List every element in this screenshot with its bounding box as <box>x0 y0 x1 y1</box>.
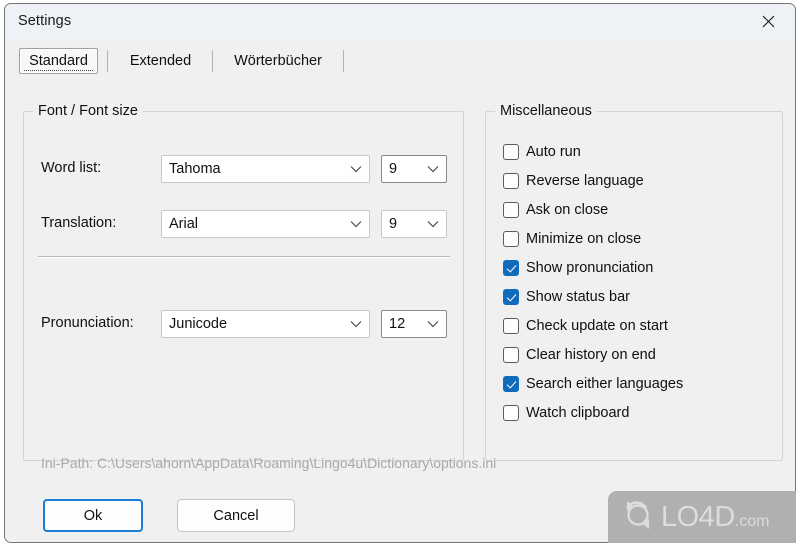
translation-size-combo[interactable]: 9 <box>381 210 447 238</box>
checkbox-search-either-languages[interactable]: Search either languages <box>503 376 683 392</box>
close-button[interactable] <box>747 6 789 36</box>
tab-separator <box>212 50 213 72</box>
close-icon <box>762 15 775 28</box>
watermark-suffix: .com <box>734 512 770 530</box>
tab-separator <box>343 50 344 72</box>
tab-standard-label: Standard <box>29 53 88 69</box>
chevron-down-icon <box>420 165 446 173</box>
checkbox-auto-run[interactable]: Auto run <box>503 144 581 160</box>
checkbox-box <box>503 144 519 160</box>
checkbox-label: Clear history on end <box>526 347 656 363</box>
tab-extended[interactable]: Extended <box>117 48 204 74</box>
checkbox-label: Watch clipboard <box>526 405 630 421</box>
checkbox-box <box>503 376 519 392</box>
tab-content-standard: Font / Font size Word list: Tahoma 9 Tra… <box>5 80 795 542</box>
misc-group-legend: Miscellaneous <box>495 103 597 119</box>
chevron-down-icon <box>420 220 446 228</box>
tab-standard[interactable]: Standard <box>19 48 98 74</box>
tab-woerterbuecher-label: Wörterbücher <box>234 53 322 69</box>
word-list-font-combo[interactable]: Tahoma <box>161 155 370 183</box>
titlebar: Settings <box>5 4 795 40</box>
checkbox-box <box>503 231 519 247</box>
checkbox-box <box>503 347 519 363</box>
tab-woerterbuecher[interactable]: Wörterbücher <box>221 48 335 74</box>
checkbox-label: Reverse language <box>526 173 644 189</box>
checkbox-label: Check update on start <box>526 318 668 334</box>
ini-path-text: Ini-Path: C:\Users\ahorn\AppData\Roaming… <box>41 455 497 471</box>
checkbox-label: Minimize on close <box>526 231 642 247</box>
settings-dialog: Settings Standard Extended Wörterbücher <box>4 3 796 543</box>
chevron-down-icon <box>420 320 446 328</box>
checkbox-box <box>503 202 519 218</box>
pronunciation-font-value: Junicode <box>169 316 228 332</box>
tab-extended-label: Extended <box>129 53 192 69</box>
cancel-button[interactable]: Cancel <box>177 499 295 532</box>
checkbox-box <box>503 173 519 189</box>
watermark-text: LO4D.com <box>661 500 770 533</box>
translation-font-value: Arial <box>169 216 199 232</box>
checkbox-ask-on-close[interactable]: Ask on close <box>503 202 608 218</box>
watermark-name: LO4D <box>661 500 735 533</box>
word-list-size-value: 9 <box>389 161 398 177</box>
checkbox-box <box>503 260 519 276</box>
checkbox-show-status-bar[interactable]: Show status bar <box>503 289 630 305</box>
pronunciation-label: Pronunciation: <box>41 315 134 331</box>
font-settings-group: Font / Font size Word list: Tahoma 9 Tra… <box>23 103 464 461</box>
checkbox-box <box>503 318 519 334</box>
checkbox-minimize-on-close[interactable]: Minimize on close <box>503 231 641 247</box>
miscellaneous-group: Miscellaneous Auto run Reverse language … <box>485 103 783 461</box>
checkbox-label: Auto run <box>526 144 581 160</box>
checkbox-label: Show status bar <box>526 289 630 305</box>
pronunciation-size-combo[interactable]: 12 <box>381 310 447 338</box>
pronunciation-size-value: 12 <box>389 316 406 332</box>
font-group-legend: Font / Font size <box>33 103 143 119</box>
translation-font-combo[interactable]: Arial <box>161 210 370 238</box>
translation-size-value: 9 <box>389 216 398 232</box>
checkbox-label: Ask on close <box>526 202 609 218</box>
tab-strip: Standard Extended Wörterbücher <box>5 40 795 80</box>
chevron-down-icon <box>343 220 369 228</box>
window-title: Settings <box>18 13 72 29</box>
checkbox-box <box>503 405 519 421</box>
translation-label: Translation: <box>41 215 117 231</box>
checkbox-watch-clipboard[interactable]: Watch clipboard <box>503 405 629 421</box>
checkbox-label: Search either languages <box>526 376 684 392</box>
cancel-button-label: Cancel <box>213 507 259 524</box>
chevron-down-icon <box>343 320 369 328</box>
word-list-font-value: Tahoma <box>169 161 221 177</box>
checkbox-show-pronunciation[interactable]: Show pronunciation <box>503 260 653 276</box>
tab-separator <box>107 50 108 72</box>
checkbox-check-update-on-start[interactable]: Check update on start <box>503 318 668 334</box>
pronunciation-font-combo[interactable]: Junicode <box>161 310 370 338</box>
checkbox-label: Show pronunciation <box>526 260 654 276</box>
section-divider <box>38 256 450 257</box>
tab-focus-indicator <box>24 69 93 71</box>
ok-button[interactable]: Ok <box>43 499 143 532</box>
word-list-size-combo[interactable]: 9 <box>381 155 447 183</box>
ok-button-label: Ok <box>83 507 103 524</box>
checkbox-clear-history-on-end[interactable]: Clear history on end <box>503 347 656 363</box>
word-list-label: Word list: <box>41 160 102 176</box>
checkbox-reverse-language[interactable]: Reverse language <box>503 173 644 189</box>
checkbox-box <box>503 289 519 305</box>
chevron-down-icon <box>343 165 369 173</box>
refresh-arrows-icon <box>620 498 656 537</box>
lo4d-watermark: LO4D.com <box>608 491 796 543</box>
